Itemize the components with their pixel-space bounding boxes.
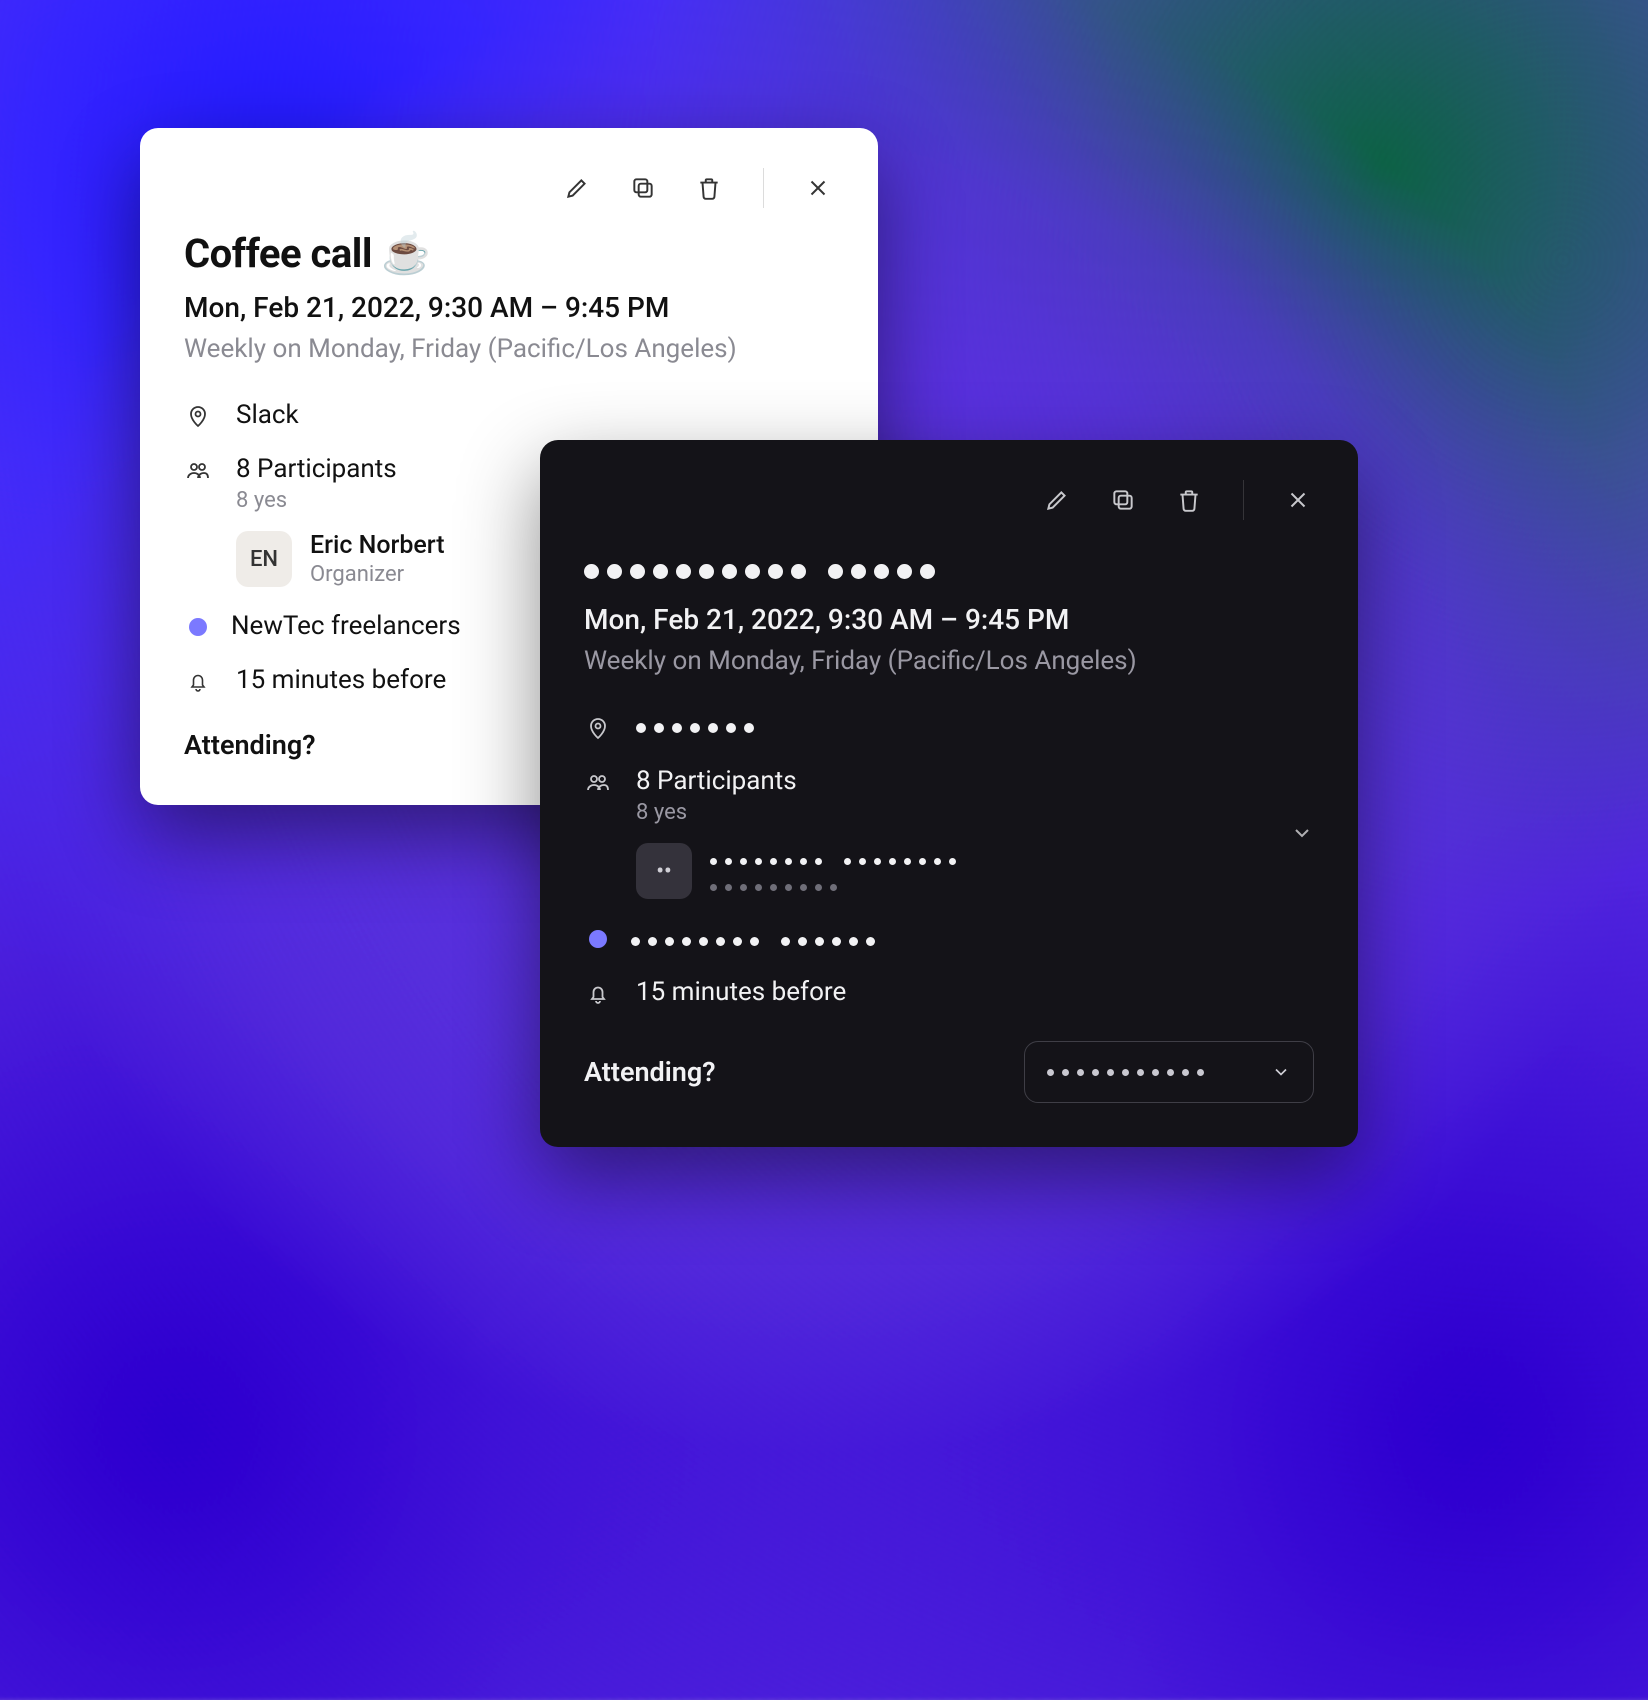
- event-title: Coffee call ☕: [184, 230, 834, 277]
- location-icon: [184, 402, 212, 430]
- redacted-text: [710, 884, 837, 891]
- attending-label: Attending?: [584, 1056, 716, 1088]
- bell-icon: [584, 979, 612, 1007]
- close-icon: [1285, 487, 1311, 513]
- toolbar-separator: [1243, 480, 1244, 520]
- duplicate-button[interactable]: [1107, 484, 1139, 516]
- copy-icon: [1110, 487, 1136, 513]
- toolbar-separator: [763, 168, 764, 208]
- location-row: Slack: [184, 400, 834, 430]
- participants-count: 8 Participants: [636, 766, 1266, 796]
- participants-row[interactable]: 8 Participants 8 yes ••: [584, 766, 1314, 899]
- participant-organizer: ••: [636, 843, 1266, 899]
- location-row: [584, 712, 1314, 742]
- avatar: ••: [636, 843, 692, 899]
- participant-name: Eric Norbert: [310, 531, 445, 560]
- calendar-color-dot: [189, 618, 207, 636]
- reminder-text: 15 minutes before: [636, 977, 1314, 1007]
- event-recurrence: Weekly on Monday, Friday (Pacific/Los An…: [584, 646, 1314, 676]
- redacted-text: [631, 937, 759, 946]
- edit-button[interactable]: [561, 172, 593, 204]
- pencil-icon: [1044, 487, 1070, 513]
- attending-select[interactable]: [1024, 1041, 1314, 1103]
- event-datetime: Mon, Feb 21, 2022, 9:30 AM – 9:45 PM: [584, 603, 1314, 636]
- chevron-down-icon: [1271, 1062, 1291, 1082]
- bell-icon: [184, 667, 212, 695]
- close-button[interactable]: [1282, 484, 1314, 516]
- redacted-text: [710, 858, 822, 865]
- close-button[interactable]: [802, 172, 834, 204]
- event-datetime: Mon, Feb 21, 2022, 9:30 AM – 9:45 PM: [184, 291, 834, 324]
- redacted-text: [1047, 1069, 1204, 1076]
- redacted-text: [636, 723, 754, 733]
- trash-icon: [696, 175, 722, 201]
- redacted-text: [584, 564, 806, 579]
- location-icon: [584, 714, 612, 742]
- participant-role: [710, 874, 956, 899]
- redacted-text: [844, 858, 956, 865]
- reminder-row: 15 minutes before: [584, 977, 1314, 1007]
- participants-icon: [584, 768, 612, 796]
- delete-button[interactable]: [693, 172, 725, 204]
- edit-button[interactable]: [1041, 484, 1073, 516]
- participant-name: [710, 843, 956, 872]
- delete-button[interactable]: [1173, 484, 1205, 516]
- calendar-color-dot: [589, 930, 607, 948]
- location-text: Slack: [236, 400, 834, 430]
- toolbar: [584, 480, 1314, 520]
- redacted-text: [781, 937, 875, 946]
- close-icon: [805, 175, 831, 201]
- event-popover-dark: Mon, Feb 21, 2022, 9:30 AM – 9:45 PM Wee…: [540, 440, 1358, 1147]
- event-recurrence: Weekly on Monday, Friday (Pacific/Los An…: [184, 334, 834, 364]
- pencil-icon: [564, 175, 590, 201]
- participants-response: 8 yes: [636, 800, 1266, 825]
- attending-label: Attending?: [184, 729, 316, 761]
- trash-icon: [1176, 487, 1202, 513]
- participant-role: Organizer: [310, 562, 445, 587]
- toolbar: [184, 168, 834, 208]
- chevron-down-icon: [1290, 821, 1314, 845]
- attending-footer: Attending?: [584, 1041, 1314, 1103]
- calendar-row: [584, 923, 1314, 953]
- redacted-text: [828, 564, 935, 579]
- avatar: EN: [236, 531, 292, 587]
- calendar-name: [631, 923, 1314, 953]
- participants-icon: [184, 456, 212, 484]
- location-text: [636, 712, 1314, 742]
- event-title: [584, 542, 1314, 589]
- copy-icon: [630, 175, 656, 201]
- duplicate-button[interactable]: [627, 172, 659, 204]
